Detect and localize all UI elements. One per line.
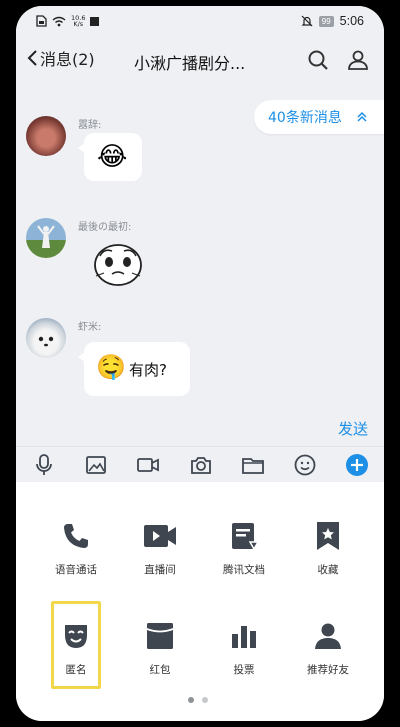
- input-toolbar: [16, 446, 384, 482]
- emoji-drooling-icon: 🤤: [96, 353, 126, 381]
- emoji-icon[interactable]: [293, 453, 317, 477]
- message-bubble[interactable]: 😂: [78, 133, 142, 181]
- mute-bell-icon: [301, 15, 313, 27]
- vote-label: 投票: [233, 664, 255, 676]
- recommend-friend-button[interactable]: 推荐好友: [290, 620, 366, 677]
- tencent-docs-button[interactable]: 腾讯文档: [206, 520, 282, 577]
- group-members-icon[interactable]: [346, 48, 370, 72]
- folder-icon[interactable]: [241, 453, 265, 477]
- red-packet-label: 红包: [149, 664, 171, 676]
- page-indicator: [188, 697, 208, 703]
- favorites-button[interactable]: 收藏: [290, 520, 366, 577]
- network-speed: 10.6 K/s: [71, 15, 85, 28]
- avatar[interactable]: [26, 318, 66, 358]
- chevron-left-icon: [27, 50, 37, 66]
- status-right: 99 5:06: [301, 14, 364, 28]
- back-label: 消息(2): [40, 50, 95, 69]
- feature-panel: 语音通话 直播间 腾讯文档 收藏 匿名 红包 投票 推荐好友: [16, 482, 384, 721]
- live-room-label: 直播间: [144, 564, 176, 576]
- recommend-friend-icon: [315, 623, 341, 649]
- anonymous-label: 匿名: [65, 664, 87, 676]
- bookmark-icon: [317, 522, 339, 550]
- seal-avatar-icon: [38, 336, 54, 347]
- status-bar: 10.6 K/s 99 5:06: [16, 6, 384, 36]
- red-packet-button[interactable]: 红包: [122, 620, 198, 677]
- anonymous-button[interactable]: 匿名: [38, 620, 114, 677]
- page-title: 小湫广播剧分...: [134, 54, 246, 73]
- back-button[interactable]: 消息(2): [26, 46, 95, 70]
- status-left: 10.6 K/s: [36, 15, 100, 28]
- document-icon: [232, 523, 260, 551]
- message-text: 有肉?: [129, 361, 167, 379]
- avatar[interactable]: [26, 218, 66, 258]
- sim-card-icon: [36, 15, 47, 27]
- message-bubble[interactable]: 🤤 有肉?: [78, 342, 190, 396]
- avatar-figure-icon: [37, 225, 55, 248]
- favorites-label: 收藏: [317, 564, 339, 576]
- voice-call-button[interactable]: 语音通话: [38, 520, 114, 577]
- sender-name: 囂辞:: [78, 120, 102, 131]
- live-video-icon: [144, 525, 176, 547]
- screen: 10.6 K/s 99 5:06 消息(2) 小湫广播剧分... 40条新消息: [16, 6, 384, 721]
- vote-button[interactable]: 投票: [206, 620, 282, 677]
- voice-call-label: 语音通话: [55, 564, 97, 576]
- recommend-friend-label: 推荐好友: [307, 664, 349, 676]
- page-dot[interactable]: [202, 697, 208, 703]
- plus-icon[interactable]: [345, 453, 369, 477]
- send-button[interactable]: 发送: [338, 418, 368, 439]
- image-icon[interactable]: [84, 453, 108, 477]
- vote-chart-icon: [232, 626, 256, 648]
- search-icon[interactable]: [306, 48, 330, 72]
- navbar: 消息(2) 小湫广播剧分...: [16, 36, 384, 82]
- video-icon[interactable]: [136, 453, 160, 477]
- live-room-button[interactable]: 直播间: [122, 520, 198, 577]
- emoji-laughing-icon: 😂: [97, 142, 128, 172]
- phone-frame: 10.6 K/s 99 5:06 消息(2) 小湫广播剧分... 40条新消息: [0, 0, 400, 727]
- double-chevron-up-icon: [357, 111, 367, 122]
- new-messages-label: 40条新消息: [268, 110, 342, 126]
- camera-icon[interactable]: [189, 453, 213, 477]
- red-packet-icon: [146, 623, 174, 649]
- clock: 5:06: [339, 14, 364, 28]
- page-dot-active[interactable]: [188, 697, 194, 703]
- message-input-bar[interactable]: 发送: [16, 408, 384, 446]
- new-messages-button[interactable]: 40条新消息: [254, 100, 384, 134]
- mask-icon: [65, 625, 87, 648]
- notification-square-icon: [90, 16, 100, 26]
- microphone-icon[interactable]: [32, 453, 56, 477]
- wifi-icon: [52, 16, 66, 26]
- avatar[interactable]: [26, 116, 66, 156]
- battery-indicator: 99: [318, 15, 334, 27]
- cartoon-face-sticker: [94, 244, 142, 286]
- phone-icon: [64, 524, 88, 548]
- sender-name: 虾米:: [78, 322, 102, 333]
- sticker-image[interactable]: [90, 238, 146, 288]
- tencent-docs-label: 腾讯文档: [223, 564, 265, 576]
- chat-area[interactable]: 40条新消息 囂辞: 😂 最後の最初: 虾米: 🤤 有肉?: [16, 82, 384, 408]
- sender-name: 最後の最初:: [78, 222, 132, 233]
